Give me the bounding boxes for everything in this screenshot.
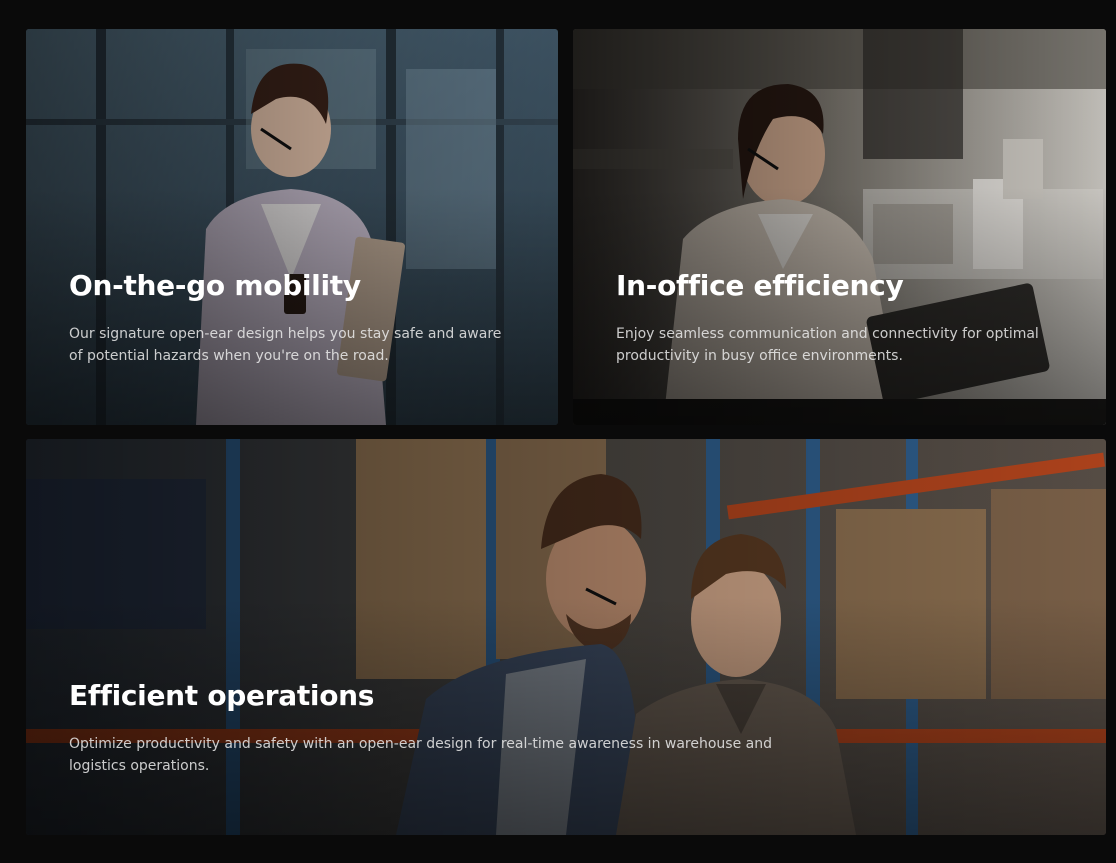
card-caption: In-office efficiency Enjoy seamless comm… <box>616 269 1066 367</box>
use-case-card-office: In-office efficiency Enjoy seamless comm… <box>573 29 1106 425</box>
card-title: Efficient operations <box>69 679 375 712</box>
card-description: Optimize productivity and safety with an… <box>69 735 772 774</box>
card-title: In-office efficiency <box>616 269 904 302</box>
use-case-card-operations: Efficient operations Optimize productivi… <box>26 439 1106 835</box>
card-description: Enjoy seamless communication and connect… <box>616 325 1039 364</box>
card-caption: On-the-go mobility Our signature open-ea… <box>69 269 519 367</box>
use-case-card-mobility: On-the-go mobility Our signature open-ea… <box>26 29 558 425</box>
card-title: On-the-go mobility <box>69 269 361 302</box>
card-description: Our signature open-ear design helps you … <box>69 325 502 364</box>
card-caption: Efficient operations Optimize productivi… <box>69 679 789 777</box>
